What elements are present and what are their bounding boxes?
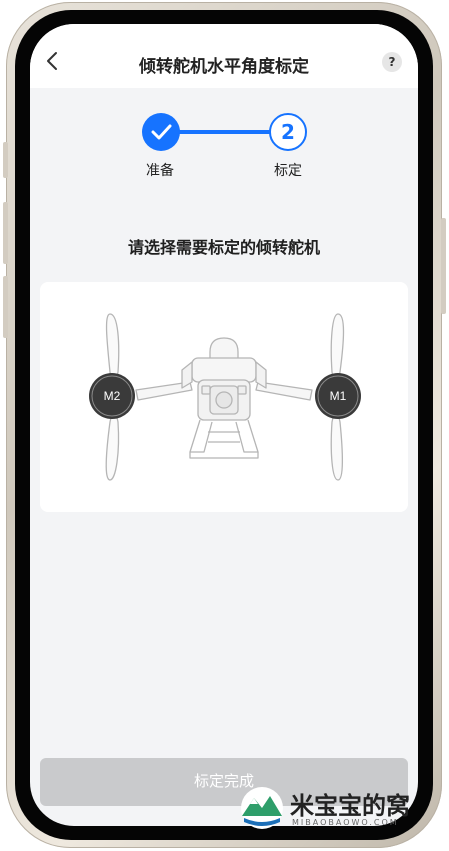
help-icon[interactable]: ? [382, 52, 402, 72]
motor-m2-label: M2 [104, 389, 121, 403]
step-calibrate-active: 2 [269, 113, 307, 151]
motor-m2-button[interactable]: M2 [88, 372, 136, 420]
watermark-logo [241, 787, 283, 829]
motor-m2-icon: M2 [89, 373, 135, 419]
step-label-prepare: 准备 [146, 163, 174, 179]
step-prepare-done [142, 113, 180, 151]
phone-power-button [441, 218, 446, 314]
page-title: 倾转舵机水平角度标定 [139, 57, 309, 77]
step-label-calibrate: 标定 [274, 163, 302, 179]
watermark-text: 米宝宝的窝 [290, 792, 410, 820]
drone-selection-card: M2 M1 [40, 282, 408, 512]
phone-volume-down-button [3, 276, 8, 338]
instruction-text: 请选择需要标定的倾转舵机 [127, 238, 320, 257]
nav-bar: 倾转舵机水平角度标定 ? [30, 24, 418, 88]
watermark-subtitle: MIBAOBAOWO.COM [292, 818, 399, 827]
checkmark-icon [151, 124, 172, 140]
motor-m1-icon: M1 [315, 373, 361, 419]
motor-m1-label: M1 [330, 389, 347, 403]
phone-mute-switch [3, 142, 8, 178]
app-screen: 倾转舵机水平角度标定 ? 2 准备 标定 请选择需要标定的倾转舵机 M2 M1 … [30, 24, 418, 826]
motor-m1-button[interactable]: M1 [314, 372, 362, 420]
phone-volume-up-button [3, 202, 8, 264]
